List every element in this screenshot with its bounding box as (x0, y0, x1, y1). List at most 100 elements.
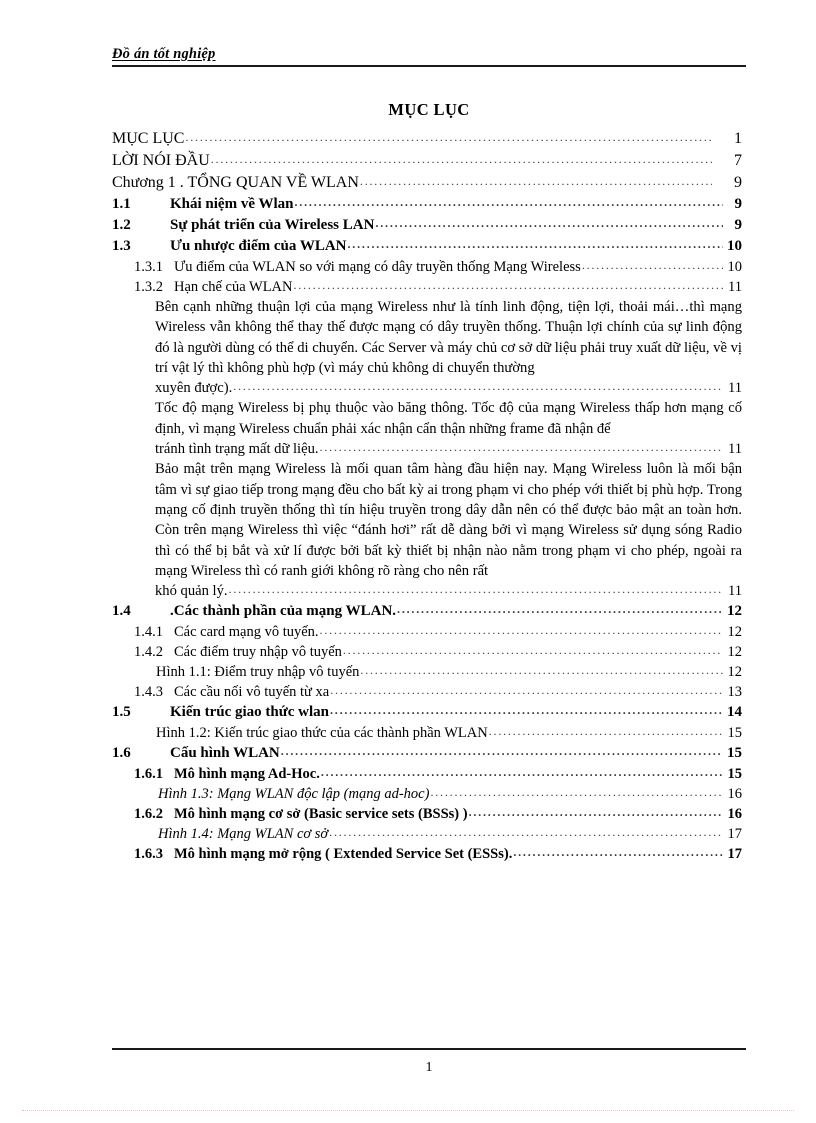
toc-paragraph-entry[interactable]: Tốc độ mạng Wireless bị phụ thuộc vào bă… (155, 398, 742, 459)
toc-entry-page: 11 (727, 380, 742, 397)
table-of-contents: MỤC LỤC 1 LỜI NÓI ĐẦU 7 Chương 1 . TỔNG … (112, 128, 742, 864)
footer-divider (112, 1048, 746, 1050)
toc-paragraph-body: Bên cạnh những thuận lợi của mạng Wirele… (155, 299, 742, 376)
toc-entry[interactable]: 1.6.2 Mô hình mạng cơ sở (Basic service … (112, 804, 742, 824)
toc-entry[interactable]: 1.6.1 Mô hình mạng Ad-Hoc. 15 (112, 764, 742, 784)
toc-entry-number: 1.4 (112, 603, 131, 620)
toc-figure-entry[interactable]: Hình 1.1: Điểm truy nhập vô tuyến 12 (112, 662, 742, 682)
toc-entry[interactable]: 1.6 Cấu hình WLAN 15 (112, 743, 742, 764)
toc-entry-page: 12 (727, 624, 743, 641)
toc-figure-entry[interactable]: Hình 1.4: Mạng WLAN cơ sở 17 (112, 824, 742, 844)
toc-entry-page: 17 (727, 826, 743, 843)
toc-paragraph-body: Bảo mật trên mạng Wireless là mối quan t… (155, 461, 742, 579)
dot-leader (281, 741, 723, 762)
dot-leader (513, 842, 723, 862)
toc-entry-page: 9 (734, 196, 743, 212)
toc-entry-page: 14 (727, 704, 742, 721)
toc-entry-page: 11 (727, 441, 742, 458)
toc-entry[interactable]: 1.4 .Các thành phần của mạng WLAN. 12 (112, 601, 742, 622)
toc-entry-label: Hình 1.3: Mạng WLAN độc lập (mạng ad-hoc… (158, 786, 430, 803)
toc-entry-page: 11 (727, 583, 742, 600)
toc-entry-number: 1.6.2 (134, 806, 163, 823)
toc-entry-number: 1.4.2 (134, 644, 163, 661)
toc-entry-page: 10 (727, 259, 743, 275)
toc-entry-number: 1.6 (112, 745, 131, 762)
dot-leader (360, 171, 712, 192)
toc-entry[interactable]: 1.3.2 Hạn chế của WLAN 11 (112, 277, 742, 297)
toc-entry-number: 1.5 (112, 704, 131, 721)
toc-entry[interactable]: 1.3 Ưu nhược điểm của WLAN 10 (112, 236, 742, 257)
toc-entry-number: 1.2 (112, 217, 131, 233)
dot-leader (343, 640, 723, 660)
toc-entry-page: 1 (734, 130, 742, 147)
dot-leader (211, 149, 712, 170)
dot-leader (229, 579, 723, 599)
toc-paragraph-tail: khó quản lý. (155, 583, 228, 600)
toc-paragraph-tail: tránh tình trạng mất dữ liệu. (155, 441, 319, 458)
toc-paragraph-lastline: khó quản lý. 11 (155, 581, 742, 601)
toc-entry[interactable]: 1.6.3 Mô hình mạng mở rộng ( Extended Se… (112, 844, 742, 864)
footer-page-number: 1 (425, 1060, 433, 1075)
toc-entry-number: 1.1 (112, 196, 131, 212)
document-page: Đồ án tốt nghiệp MỤC LỤC MỤC LỤC 1 LỜI N… (0, 0, 816, 1123)
toc-entry-label: Khái niệm về Wlan (170, 196, 294, 212)
toc-entry[interactable]: 1.4.2 Các điểm truy nhập vô tuyến 12 (112, 642, 742, 662)
toc-entry-label: MỤC LỤC (112, 130, 185, 147)
toc-figure-entry[interactable]: Hình 1.2: Kiến trúc giao thức của các th… (112, 723, 742, 743)
toc-entry-page: 9 (734, 217, 743, 233)
page-title: MỤC LỤC (388, 100, 470, 119)
toc-entry-label: Các điểm truy nhập vô tuyến (174, 644, 342, 661)
toc-entry-label: Kiến trúc giao thức wlan (170, 704, 329, 721)
dot-leader (294, 275, 724, 295)
toc-entry-label: Hình 1.4: Mạng WLAN cơ sở (158, 826, 329, 843)
dot-leader (489, 721, 723, 741)
toc-entry[interactable]: 1.4.3 Các cầu nối vô tuyến từ xa 13 (112, 682, 742, 702)
toc-figure-entry[interactable]: Hình 1.3: Mạng WLAN độc lập (mạng ad-hoc… (112, 784, 742, 804)
toc-entry-page: 12 (727, 603, 742, 620)
toc-entry-page: 12 (727, 644, 743, 661)
dot-leader (360, 660, 723, 680)
toc-entry[interactable]: 1.1 Khái niệm về Wlan 9 (112, 194, 742, 215)
toc-entry-label: Hình 1.1: Điểm truy nhập vô tuyến (156, 664, 360, 681)
toc-entry-number: 1.6.1 (134, 766, 163, 783)
toc-entry-number: 1.3.2 (134, 279, 163, 295)
toc-entry-label: Ưu điểm của WLAN so với mạng có dây truy… (174, 259, 581, 275)
toc-entry-label: Sự phát triển của Wireless LAN (170, 217, 375, 233)
dot-leader (295, 192, 724, 213)
toc-entry-page: 16 (727, 806, 743, 823)
toc-entry-label: Mô hình mạng cơ sở (Basic service sets (… (174, 806, 468, 823)
toc-paragraph-entry[interactable]: Bên cạnh những thuận lợi của mạng Wirele… (155, 297, 742, 398)
header-divider (112, 65, 746, 68)
toc-entry[interactable]: 1.4.1 Các card mạng vô tuyến. 12 (112, 622, 742, 642)
toc-paragraph-lastline: tránh tình trạng mất dữ liệu. 11 (155, 439, 742, 459)
toc-entry[interactable]: MỤC LỤC 1 (112, 128, 742, 150)
toc-entry-page: 9 (734, 174, 742, 191)
dot-leader (582, 255, 723, 275)
toc-paragraph-tail: xuyên được). (155, 380, 233, 397)
toc-entry-label: Hình 1.2: Kiến trúc giao thức của các th… (156, 725, 488, 742)
toc-entry-label: Cấu hình WLAN (170, 745, 280, 762)
dot-leader (320, 620, 723, 640)
dot-leader (469, 802, 723, 822)
toc-entry-number: 1.4.1 (134, 624, 163, 641)
dot-leader (348, 234, 724, 255)
toc-entry-number: 1.3.1 (134, 259, 163, 275)
dot-leader (375, 213, 723, 234)
toc-entry-number: 1.3 (112, 238, 131, 254)
toc-entry[interactable]: 1.2 Sự phát triển của Wireless LAN 9 (112, 215, 742, 236)
toc-entry[interactable]: LỜI NÓI ĐẦU 7 (112, 150, 742, 172)
dot-leader (330, 700, 723, 721)
toc-entry-page: 7 (734, 152, 742, 169)
toc-entry-number: 1.4.3 (134, 684, 163, 701)
toc-paragraph-entry[interactable]: Bảo mật trên mạng Wireless là mối quan t… (155, 459, 742, 601)
toc-entry-label: .Các thành phần của mạng WLAN. (170, 603, 397, 620)
toc-entry[interactable]: Chương 1 . TỔNG QUAN VỀ WLAN 9 (112, 172, 742, 194)
toc-entry-label: Mô hình mạng Ad-Hoc. (174, 766, 320, 783)
toc-entry[interactable]: 1.5 Kiến trúc giao thức wlan 14 (112, 702, 742, 723)
toc-entry-label: Các card mạng vô tuyến. (174, 624, 319, 641)
dot-leader (397, 599, 723, 620)
toc-entry[interactable]: 1.3.1 Ưu điểm của WLAN so với mạng có dâ… (112, 257, 742, 277)
dot-leader (330, 680, 723, 700)
toc-entry-page: 11 (728, 279, 742, 295)
toc-paragraph-body: Tốc độ mạng Wireless bị phụ thuộc vào bă… (155, 400, 742, 437)
